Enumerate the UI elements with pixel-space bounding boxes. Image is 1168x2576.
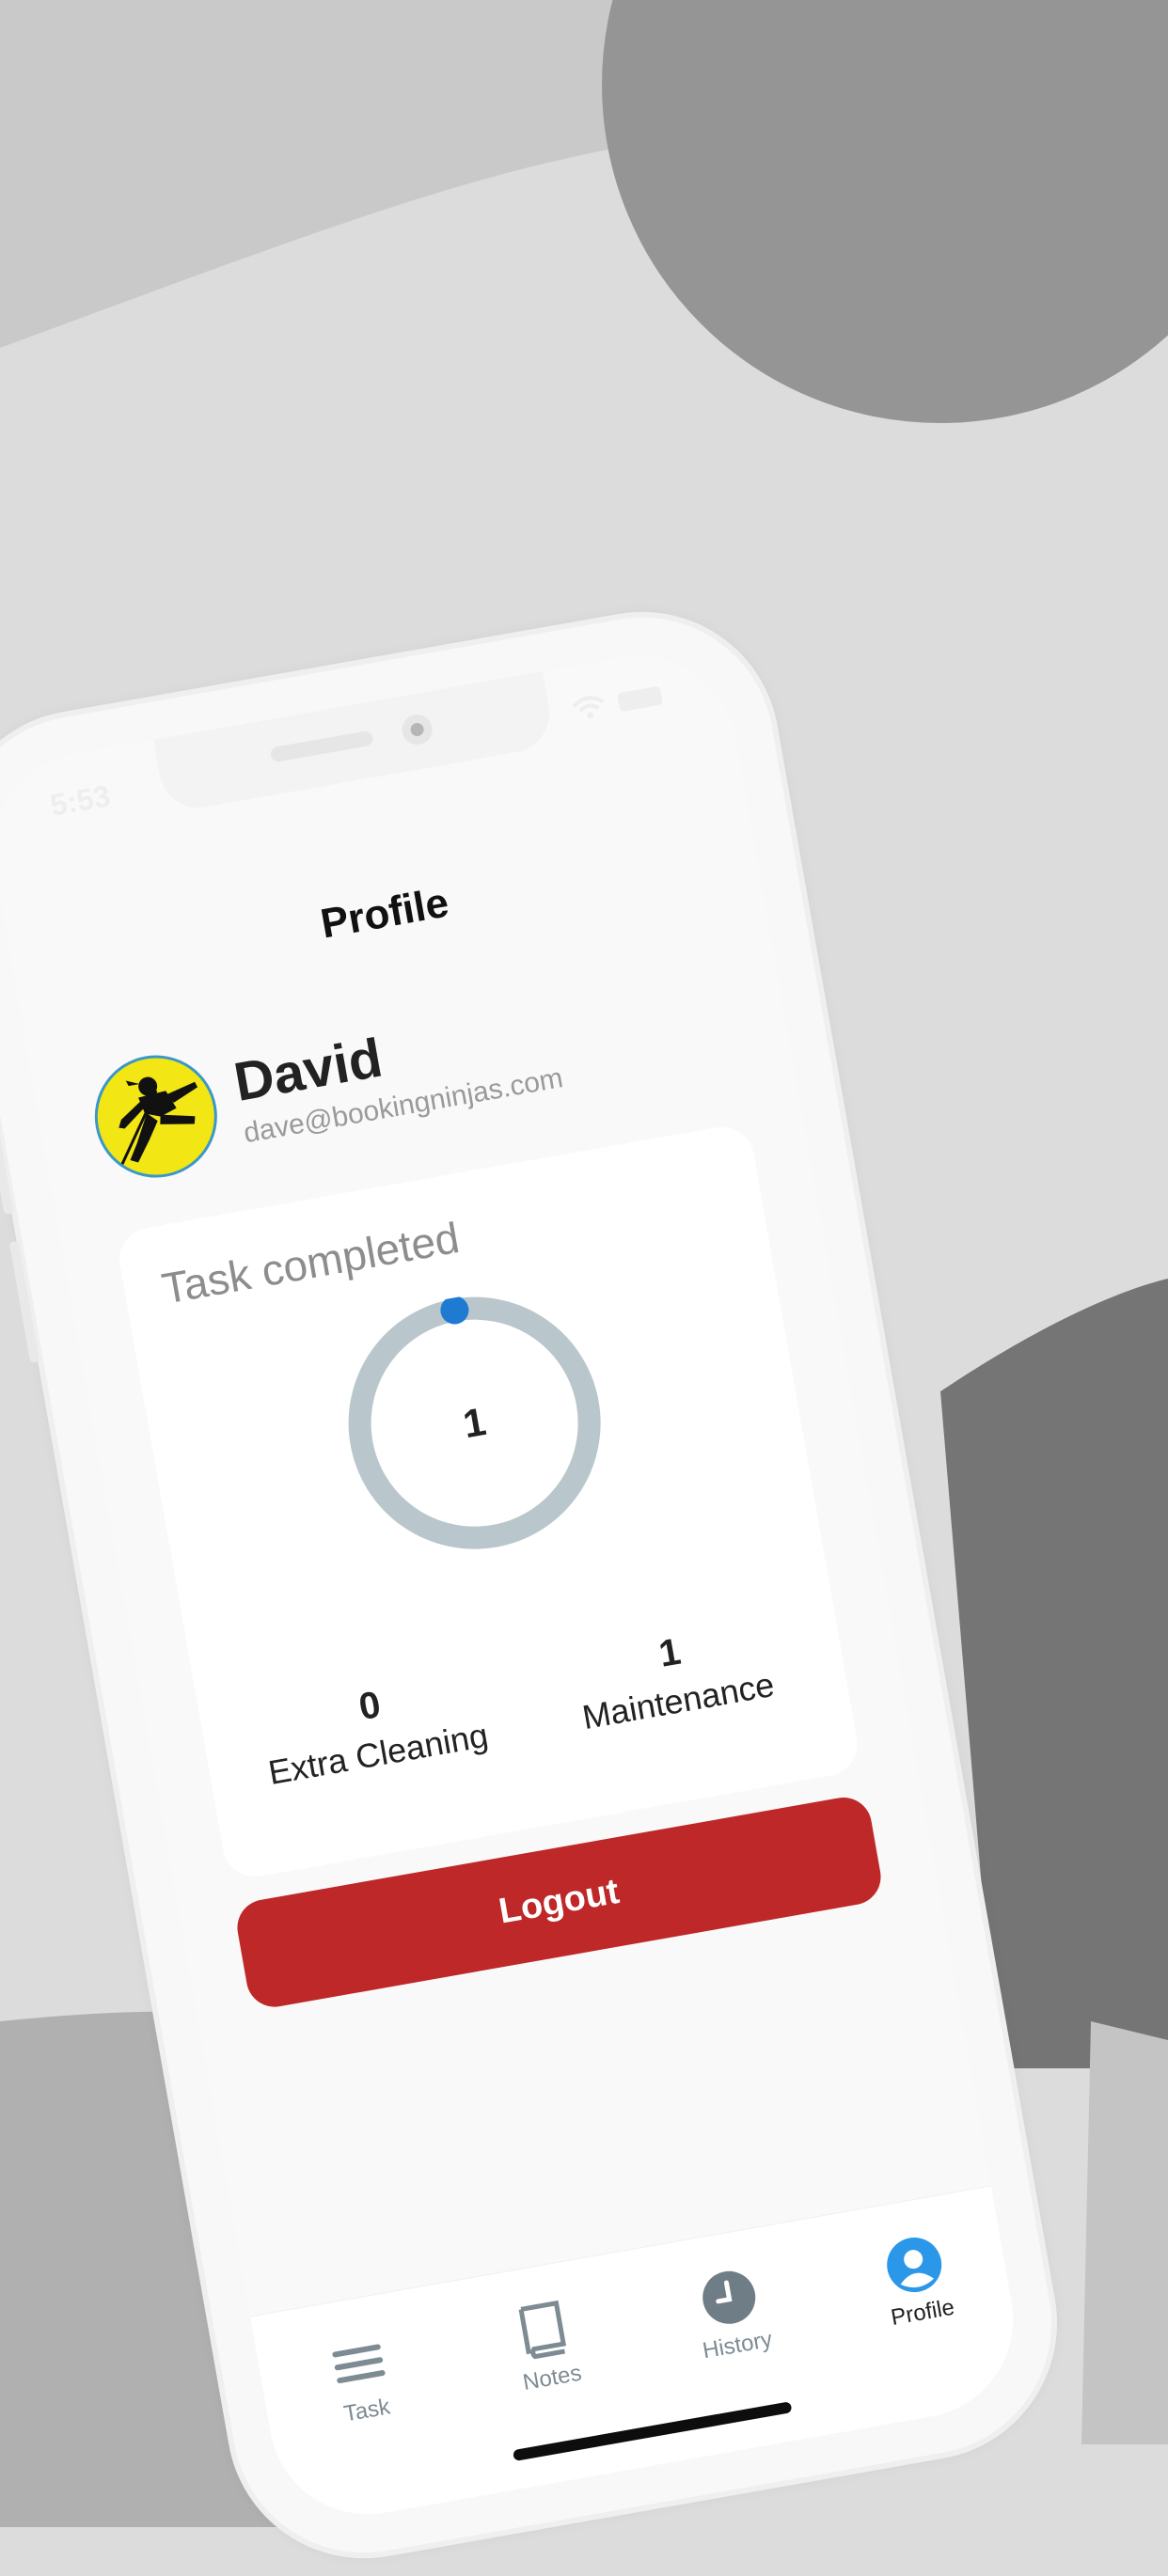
tab-history[interactable]: History	[655, 2255, 810, 2371]
user-icon	[887, 2238, 942, 2293]
clock-icon	[702, 2270, 756, 2324]
tab-notes[interactable]: Notes	[469, 2288, 624, 2404]
book-icon	[518, 2300, 567, 2360]
home-indicator	[512, 2401, 793, 2462]
wifi-icon	[572, 696, 605, 719]
front-camera	[400, 712, 435, 747]
speaker	[269, 730, 374, 763]
task-summary-card: Task completed 1 0 Extra Cleaning 1 Main…	[114, 1122, 862, 1882]
tab-label: Notes	[520, 2360, 584, 2395]
page-title: Profile	[317, 879, 452, 948]
menu-icon	[332, 2344, 386, 2384]
avatar[interactable]	[85, 1045, 228, 1187]
stat-extra-cleaning: 0 Extra Cleaning	[236, 1663, 511, 1797]
battery-icon	[617, 685, 663, 713]
ninja-logo-icon	[118, 1076, 198, 1167]
tab-label: History	[701, 2326, 775, 2364]
status-time: 5:53	[47, 778, 113, 823]
status-icons	[570, 683, 663, 723]
profile-header: David dave@bookingninjas.com	[85, 985, 568, 1187]
tab-task[interactable]: Task	[284, 2321, 439, 2437]
stat-maintenance: 1 Maintenance	[537, 1610, 812, 1743]
tab-label: Task	[341, 2394, 392, 2427]
card-title: Task completed	[158, 1213, 464, 1313]
tab-profile[interactable]: Profile	[840, 2223, 995, 2339]
tab-label: Profile	[889, 2294, 956, 2331]
task-total: 1	[459, 1398, 490, 1447]
notch	[153, 670, 556, 814]
